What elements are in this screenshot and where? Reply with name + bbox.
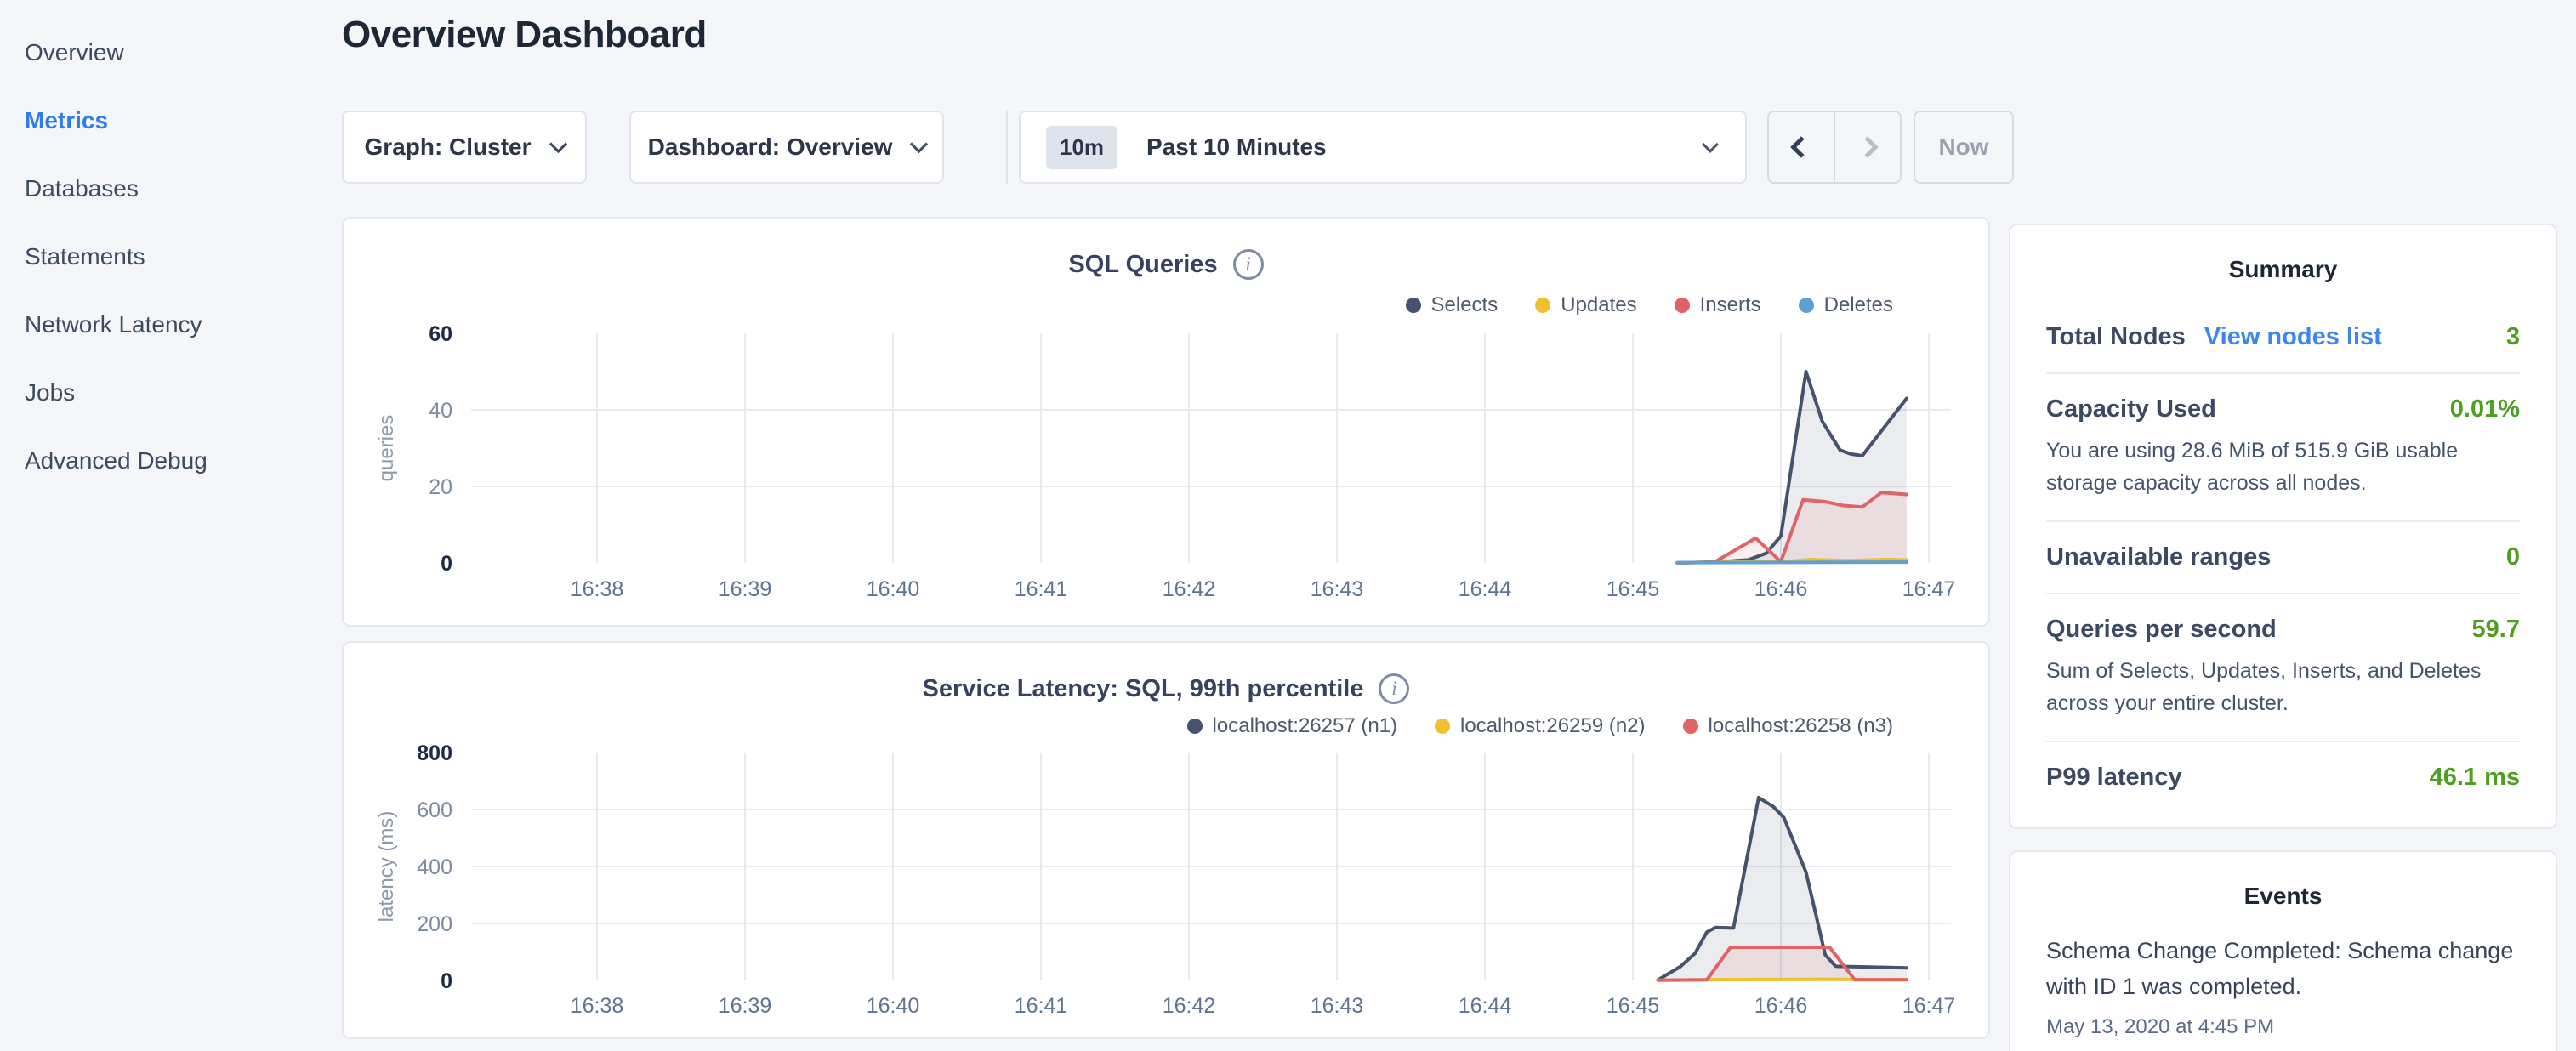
now-button[interactable]: Now bbox=[1914, 111, 2014, 184]
svg-text:16:46: 16:46 bbox=[1754, 994, 1808, 1018]
svg-text:16:40: 16:40 bbox=[867, 994, 920, 1018]
dashboard-dropdown[interactable]: Dashboard: Overview bbox=[629, 111, 944, 184]
svg-text:16:40: 16:40 bbox=[867, 577, 920, 601]
event-timestamp: May 13, 2020 at 4:45 PM bbox=[2046, 1015, 2520, 1039]
svg-text:0: 0 bbox=[441, 552, 452, 576]
summary-row-value: 59.7 bbox=[2472, 616, 2520, 644]
summary-row-p99-latency: P99 latency 46.1 ms bbox=[2046, 741, 2520, 813]
svg-text:40: 40 bbox=[429, 399, 452, 423]
svg-text:16:47: 16:47 bbox=[1902, 577, 1956, 601]
sidebar-item-metrics[interactable]: Metrics bbox=[25, 87, 342, 155]
svg-text:200: 200 bbox=[417, 912, 452, 936]
svg-text:20: 20 bbox=[429, 475, 452, 499]
svg-text:16:45: 16:45 bbox=[1606, 577, 1660, 601]
chevron-left-icon bbox=[1790, 136, 1811, 157]
summary-row-value: 46.1 ms bbox=[2430, 764, 2520, 792]
sidebar-item-network-latency[interactable]: Network Latency bbox=[25, 291, 342, 359]
sidebar-item-statements[interactable]: Statements bbox=[25, 223, 342, 291]
svg-text:16:38: 16:38 bbox=[571, 577, 624, 601]
events-card: Events Schema Change Completed: Schema c… bbox=[2009, 850, 2557, 1051]
service-latency-plot[interactable]: 0 200 400 600 800 16:38 16:39 16:40 16:41 16:42 16… bbox=[344, 643, 1988, 1037]
event-item[interactable]: Schema Change Completed: Schema change w… bbox=[2010, 910, 2556, 1039]
svg-text:16:43: 16:43 bbox=[1311, 577, 1364, 601]
svg-text:latency (ms): latency (ms) bbox=[375, 811, 398, 923]
view-nodes-list-link[interactable]: View nodes list bbox=[2204, 323, 2382, 351]
summary-rows: Total Nodes View nodes list 3 Capacity Used… bbox=[2010, 283, 2556, 813]
summary-row-total-nodes: Total Nodes View nodes list 3 bbox=[2046, 302, 2520, 372]
summary-row-value: 0 bbox=[2506, 543, 2520, 571]
summary-row-capacity-used: Capacity Used 0.01% You are using 28.6 MiB… bbox=[2046, 372, 2520, 520]
controls-bar: Graph: Cluster Dashboard: Overview 10m P… bbox=[342, 111, 2043, 185]
sql-queries-chart-card: SQL Queries i SelectsUpdatesInsertsDelet… bbox=[342, 217, 1990, 627]
svg-text:16:43: 16:43 bbox=[1311, 994, 1364, 1018]
svg-text:400: 400 bbox=[417, 855, 452, 879]
sidebar-item-jobs[interactable]: Jobs bbox=[25, 359, 342, 427]
summary-row-label: Unavailable ranges bbox=[2046, 543, 2271, 571]
summary-row-label: Total Nodes bbox=[2046, 323, 2186, 351]
svg-text:60: 60 bbox=[429, 322, 452, 346]
chevron-right-icon bbox=[1857, 136, 1878, 157]
time-nav-group bbox=[1767, 111, 1902, 184]
svg-text:0: 0 bbox=[441, 969, 452, 993]
summary-row-label: Capacity Used bbox=[2046, 395, 2216, 423]
time-prev-button[interactable] bbox=[1769, 112, 1834, 182]
svg-text:16:39: 16:39 bbox=[719, 994, 772, 1018]
events-title: Events bbox=[2010, 852, 2556, 910]
chevron-down-icon bbox=[910, 134, 928, 152]
svg-text:16:45: 16:45 bbox=[1606, 994, 1660, 1018]
graph-scope-label: Graph: Cluster bbox=[364, 134, 531, 161]
summary-row-queries-per-second: Queries per second 59.7 Sum of Selects, Up… bbox=[2046, 593, 2520, 741]
svg-text:16:44: 16:44 bbox=[1459, 994, 1512, 1018]
svg-text:800: 800 bbox=[417, 741, 452, 765]
time-range-badge: 10m bbox=[1046, 126, 1117, 169]
page-title: Overview Dashboard bbox=[342, 14, 707, 56]
svg-text:16:39: 16:39 bbox=[719, 577, 772, 601]
sidebar-item-databases[interactable]: Databases bbox=[25, 155, 342, 223]
graph-scope-dropdown[interactable]: Graph: Cluster bbox=[342, 111, 587, 184]
svg-text:queries: queries bbox=[375, 415, 398, 482]
svg-text:16:38: 16:38 bbox=[571, 994, 624, 1018]
sidebar-item-advanced-debug[interactable]: Advanced Debug bbox=[25, 427, 342, 495]
sql-queries-plot[interactable]: 0 20 40 60 16:38 16:39 16:40 16:41 16:42 16:43 16:… bbox=[344, 219, 1988, 625]
time-range-label: Past 10 Minutes bbox=[1146, 134, 1327, 161]
summary-row-description: You are using 28.6 MiB of 515.9 GiB usab… bbox=[2046, 435, 2520, 499]
summary-row-unavailable-ranges: Unavailable ranges 0 bbox=[2046, 520, 2520, 593]
summary-row-label: Queries per second bbox=[2046, 616, 2277, 644]
summary-row-value: 0.01% bbox=[2450, 395, 2520, 423]
controls-divider bbox=[1006, 111, 1008, 184]
chevron-down-icon bbox=[1702, 136, 1719, 153]
svg-text:16:47: 16:47 bbox=[1902, 994, 1956, 1018]
events-list: Schema Change Completed: Schema change w… bbox=[2010, 910, 2556, 1039]
event-text: Schema Change Completed: Schema change w… bbox=[2046, 934, 2520, 1005]
summary-row-label: P99 latency bbox=[2046, 764, 2182, 792]
svg-text:16:46: 16:46 bbox=[1754, 577, 1808, 601]
sidebar: OverviewMetricsDatabasesStatementsNetwor… bbox=[0, 0, 342, 495]
svg-text:16:42: 16:42 bbox=[1163, 994, 1216, 1018]
metrics-page: OverviewMetricsDatabasesStatementsNetwor… bbox=[0, 0, 2576, 1051]
summary-row-value: 3 bbox=[2506, 323, 2520, 351]
sidebar-item-overview[interactable]: Overview bbox=[25, 19, 342, 87]
svg-text:600: 600 bbox=[417, 798, 452, 822]
summary-title: Summary bbox=[2010, 225, 2556, 283]
chevron-down-icon bbox=[549, 134, 566, 152]
svg-text:16:41: 16:41 bbox=[1015, 994, 1068, 1018]
service-latency-chart-card: Service Latency: SQL, 99th percentile i … bbox=[342, 641, 1990, 1039]
summary-row-description: Sum of Selects, Updates, Inserts, and De… bbox=[2046, 656, 2520, 719]
svg-text:16:44: 16:44 bbox=[1459, 577, 1512, 601]
time-range-picker[interactable]: 10m Past 10 Minutes bbox=[1019, 111, 1747, 184]
svg-text:16:42: 16:42 bbox=[1163, 577, 1216, 601]
svg-text:16:41: 16:41 bbox=[1015, 577, 1068, 601]
dashboard-label: Dashboard: Overview bbox=[648, 134, 893, 161]
time-next-button[interactable] bbox=[1834, 112, 1900, 182]
summary-card: Summary Total Nodes View nodes list 3 Capac… bbox=[2009, 224, 2557, 829]
